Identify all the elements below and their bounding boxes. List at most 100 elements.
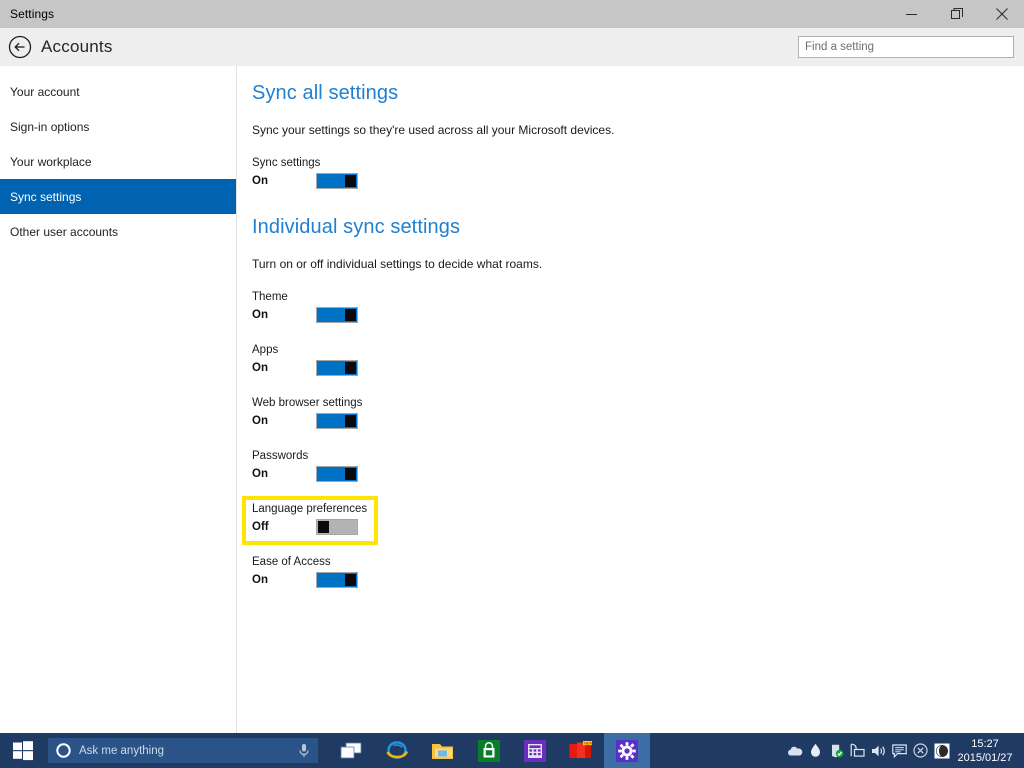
sidebar-item-label: Sync settings xyxy=(10,189,82,204)
taskbar-icon-task-view[interactable] xyxy=(328,733,374,768)
sidebar-item-label: Other user accounts xyxy=(10,224,119,239)
title-bar: Settings xyxy=(0,0,1024,28)
sidebar: Your account Sign-in options Your workpl… xyxy=(0,66,237,733)
setting-ease-of-access: Ease of Access On xyxy=(252,556,1024,589)
setting-language-preferences: Language preferences Off xyxy=(252,503,1024,536)
internet-explorer-icon xyxy=(386,740,408,759)
red-app-icon: NEW xyxy=(569,740,593,758)
toggle-language-preferences[interactable] xyxy=(316,519,358,535)
setting-label: Theme xyxy=(252,291,288,303)
taskbar-icon-settings[interactable] xyxy=(604,733,650,768)
setting-label: Web browser settings xyxy=(252,397,363,409)
back-arrow-icon xyxy=(8,35,32,59)
setting-label: Passwords xyxy=(252,450,309,462)
action-center-icon[interactable] xyxy=(889,733,910,768)
taskbar-clock[interactable]: 15:27 2015/01/27 xyxy=(952,738,1024,764)
toggle-state-text: On xyxy=(252,468,268,480)
svg-text:NEW: NEW xyxy=(584,741,593,745)
toggle-state-text: Off xyxy=(252,521,269,533)
sidebar-item-sign-in-options[interactable]: Sign-in options xyxy=(0,109,236,144)
individual-sync-settings-description: Turn on or off individual settings to de… xyxy=(252,257,543,271)
security-shield-icon[interactable] xyxy=(826,733,847,768)
sidebar-item-your-workplace[interactable]: Your workplace xyxy=(0,144,236,179)
setting-row: On xyxy=(252,571,1024,589)
setting-web-browser-settings: Web browser settings On xyxy=(252,397,1024,430)
toggle-sync-settings[interactable] xyxy=(316,173,358,189)
toggle-web-browser-settings[interactable] xyxy=(316,413,358,429)
page-header: Accounts xyxy=(0,28,1024,66)
sidebar-item-your-account[interactable]: Your account xyxy=(0,74,236,109)
search-input[interactable] xyxy=(798,36,1014,58)
file-explorer-icon xyxy=(432,743,453,759)
back-button[interactable] xyxy=(5,32,35,62)
network-icon[interactable] xyxy=(847,733,868,768)
taskbar-icon-file-explorer[interactable] xyxy=(420,733,466,768)
store-icon xyxy=(478,739,500,762)
microphone-icon xyxy=(299,743,309,757)
sidebar-item-label: Your account xyxy=(10,84,80,99)
task-view-icon xyxy=(340,742,362,758)
toggle-thumb xyxy=(345,415,356,427)
toggle-state-text: On xyxy=(252,362,268,374)
toggle-ease-of-access[interactable] xyxy=(316,572,358,588)
toggle-theme[interactable] xyxy=(316,307,358,323)
setting-label: Ease of Access xyxy=(252,556,331,568)
start-button[interactable] xyxy=(0,733,46,768)
minimize-button[interactable] xyxy=(889,0,934,28)
setting-passwords: Passwords On xyxy=(252,450,1024,483)
individual-sync-settings-heading: Individual sync settings xyxy=(252,216,461,238)
search-box[interactable] xyxy=(798,36,1014,58)
water-drop-icon[interactable] xyxy=(805,733,826,768)
setting-row: On xyxy=(252,306,1024,324)
close-button[interactable] xyxy=(979,0,1024,28)
cortana-placeholder: Ask me anything xyxy=(79,744,165,757)
cortana-search-box[interactable]: Ask me anything xyxy=(48,738,318,763)
toggle-thumb xyxy=(345,468,356,480)
toggle-state-text: On xyxy=(252,175,268,187)
taskbar-icon-internet-explorer[interactable] xyxy=(374,733,420,768)
toggle-passwords[interactable] xyxy=(316,466,358,482)
close-circle-icon[interactable] xyxy=(910,733,931,768)
setting-sync-settings: Sync settings On xyxy=(252,157,1024,190)
page-title: Accounts xyxy=(41,37,113,56)
sidebar-item-label: Sign-in options xyxy=(10,119,90,134)
setting-apps: Apps On xyxy=(252,344,1024,377)
toggle-state-text: On xyxy=(252,415,268,427)
toggle-thumb xyxy=(345,309,356,321)
taskbar-icon-red-app[interactable]: NEW xyxy=(558,733,604,768)
settings-content: Sync all settings Sync your settings so … xyxy=(238,66,1024,733)
cortana-circle-icon xyxy=(56,743,71,758)
setting-row: On xyxy=(252,465,1024,483)
gear-icon xyxy=(616,739,638,762)
sidebar-item-sync-settings[interactable]: Sync settings xyxy=(0,179,236,214)
setting-row: On xyxy=(252,359,1024,377)
setting-row: Off xyxy=(252,518,1024,536)
clock-date: 2015/01/27 xyxy=(957,751,1013,764)
toggle-thumb xyxy=(345,362,356,374)
toggle-apps[interactable] xyxy=(316,360,358,376)
toggle-thumb xyxy=(345,175,356,187)
onedrive-icon[interactable] xyxy=(784,733,805,768)
setting-row: On xyxy=(252,172,1024,190)
window-title: Settings xyxy=(10,7,55,21)
setting-theme: Theme On xyxy=(252,291,1024,324)
maximize-button[interactable] xyxy=(934,0,979,28)
sync-all-settings-description: Sync your settings so they're used acros… xyxy=(252,123,615,137)
taskbar: Ask me anything NEW 15:27 2015/01/27 xyxy=(0,733,1024,768)
taskbar-icon-calculator[interactable] xyxy=(512,733,558,768)
toggle-state-text: On xyxy=(252,574,268,586)
sidebar-item-label: Your workplace xyxy=(10,154,92,169)
toggle-state-text: On xyxy=(252,309,268,321)
body-area: Your account Sign-in options Your workpl… xyxy=(0,66,1024,733)
settings-window: Settings Accounts Find a setting Your ac… xyxy=(0,0,1024,768)
taskbar-apps: NEW xyxy=(328,733,650,768)
system-tray: 15:27 2015/01/27 xyxy=(784,733,1024,768)
moon-circle-icon[interactable] xyxy=(931,733,952,768)
calculator-icon xyxy=(524,739,546,762)
setting-label: Sync settings xyxy=(252,157,321,169)
toggle-thumb xyxy=(318,521,329,533)
taskbar-icon-store[interactable] xyxy=(466,733,512,768)
volume-icon[interactable] xyxy=(868,733,889,768)
sidebar-item-other-user-accounts[interactable]: Other user accounts xyxy=(0,214,236,249)
